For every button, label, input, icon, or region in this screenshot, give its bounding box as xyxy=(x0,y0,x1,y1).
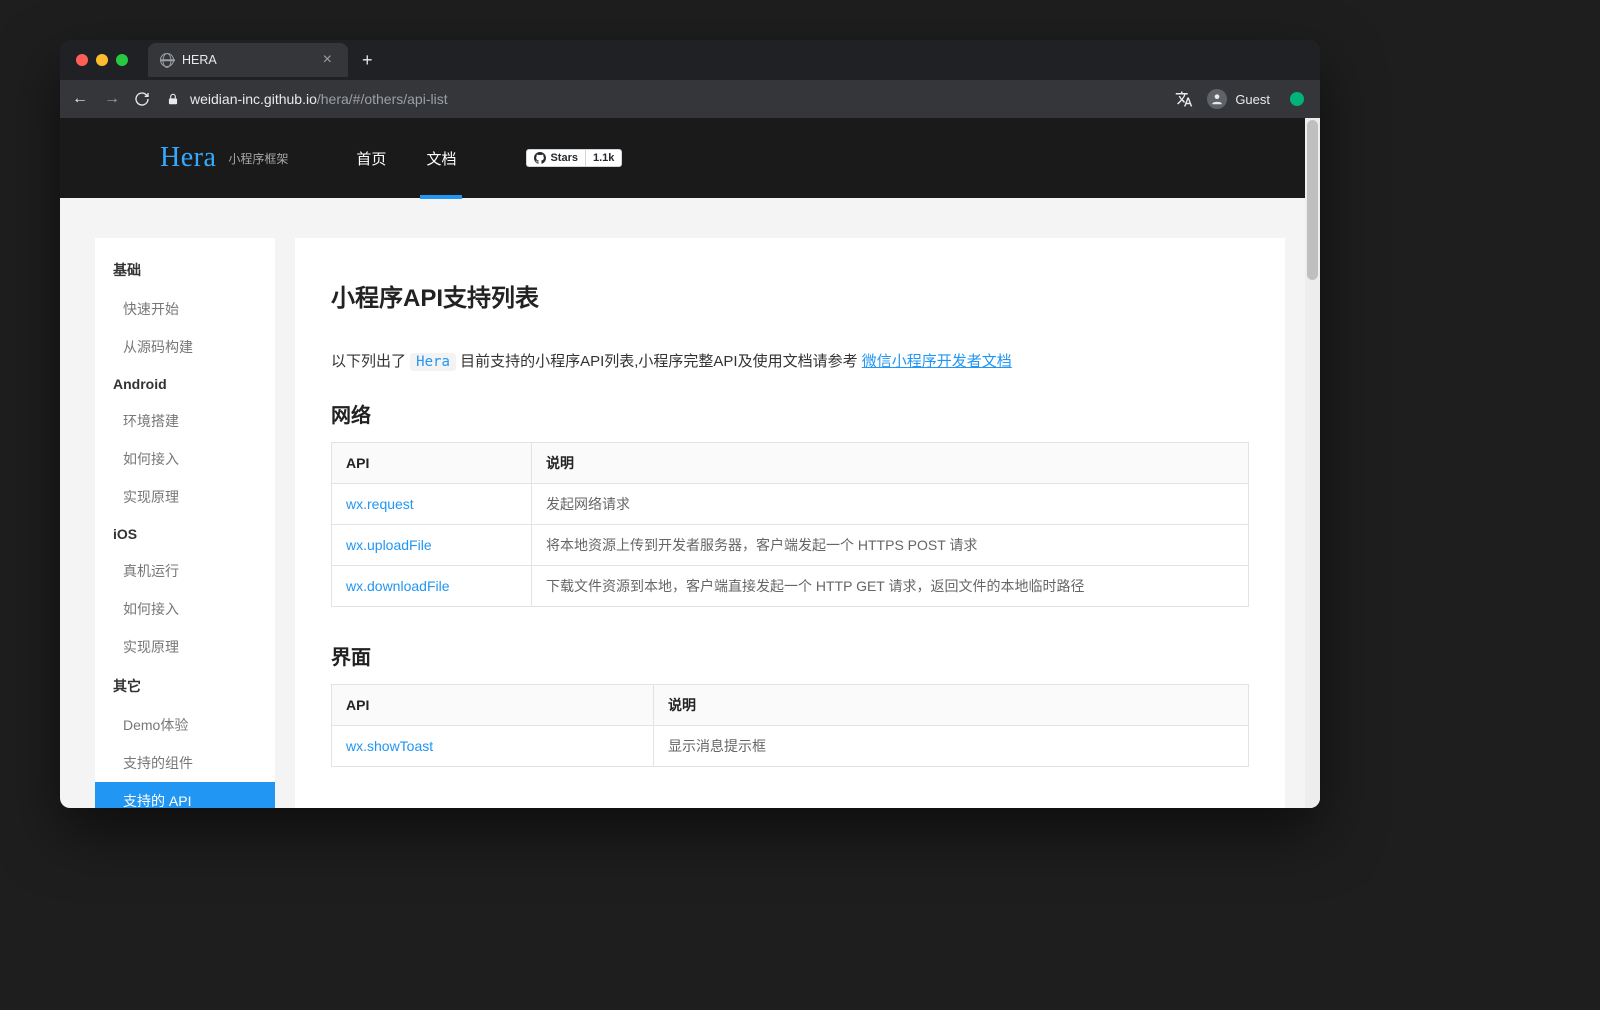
translate-icon[interactable] xyxy=(1175,90,1193,108)
brand-subtitle: 小程序框架 xyxy=(228,150,288,167)
tab-title: HERA xyxy=(182,53,217,67)
api-cell: wx.showToast xyxy=(332,725,654,766)
sidebar-heading: 基础 xyxy=(95,250,275,290)
table-row: wx.uploadFile 将本地资源上传到开发者服务器，客户端发起一个 HTTP… xyxy=(332,524,1249,565)
profile-menu[interactable]: Guest xyxy=(1207,89,1270,109)
sidebar-heading: 其它 xyxy=(95,666,275,706)
table-header: API xyxy=(332,684,654,725)
brand-logo[interactable]: Hera xyxy=(160,142,216,174)
main-content: 小程序API支持列表 以下列出了 Hera 目前支持的小程序API列表,小程序完… xyxy=(295,238,1285,808)
sidebar-item[interactable]: 从源码构建 xyxy=(95,328,275,366)
site-header: Hera 小程序框架 首页 文档 Stars 1.1k xyxy=(60,118,1320,198)
primary-nav: 首页 文档 Stars 1.1k xyxy=(356,118,622,198)
avatar-icon xyxy=(1207,89,1227,109)
intro-mid: 目前支持的小程序API列表,小程序完整API及使用文档请参考 xyxy=(460,353,862,370)
sidebar-item[interactable]: 快速开始 xyxy=(95,290,275,328)
api-cell: wx.request xyxy=(332,483,532,524)
api-cell: wx.downloadFile xyxy=(332,565,532,606)
intro-code: Hera xyxy=(410,353,456,371)
browser-tab-active[interactable]: HERA × xyxy=(148,43,348,77)
intro-paragraph: 以下列出了 Hera 目前支持的小程序API列表,小程序完整API及使用文档请参… xyxy=(331,349,1249,375)
sidebar-item[interactable]: 支持的 API xyxy=(95,782,275,808)
scrollbar-track[interactable] xyxy=(1305,118,1320,808)
window-maximize-button[interactable] xyxy=(116,54,128,66)
toolbar-right: Guest xyxy=(1175,89,1310,109)
sidebar: 基础快速开始从源码构建Android环境搭建如何接入实现原理iOS真机运行如何接… xyxy=(95,238,275,808)
sections-container: 网络API说明wx.request发起网络请求wx.uploadFile将本地资… xyxy=(331,399,1249,767)
github-stars-badge[interactable]: Stars 1.1k xyxy=(526,149,622,167)
table-row: wx.request 发起网络请求 xyxy=(332,483,1249,524)
table-header: 说明 xyxy=(654,684,1249,725)
address-bar[interactable]: weidian-inc.github.io/hera/#/others/api-… xyxy=(166,91,1163,107)
url-path: /hera/#/others/api-list xyxy=(317,91,448,107)
sidebar-item[interactable]: 如何接入 xyxy=(95,590,275,628)
tab-close-button[interactable]: × xyxy=(319,52,336,68)
reload-button[interactable] xyxy=(134,91,154,107)
desc-cell: 将本地资源上传到开发者服务器，客户端发起一个 HTTPS POST 请求 xyxy=(532,524,1249,565)
nav-item-docs[interactable]: 文档 xyxy=(426,118,456,198)
wechat-docs-link[interactable]: 微信小程序开发者文档 xyxy=(862,353,1012,370)
github-stars-count: 1.1k xyxy=(585,149,622,167)
section-title: 网络 xyxy=(331,399,1249,428)
sidebar-item[interactable]: 如何接入 xyxy=(95,440,275,478)
sidebar-item[interactable]: Demo体验 xyxy=(95,706,275,744)
scrollbar-thumb[interactable] xyxy=(1307,120,1318,280)
lock-icon xyxy=(166,92,180,106)
nav-item-home[interactable]: 首页 xyxy=(356,118,386,198)
tab-bar: HERA × + xyxy=(60,40,1320,80)
globe-icon xyxy=(160,53,174,67)
profile-label: Guest xyxy=(1235,92,1270,107)
url-text: weidian-inc.github.io/hera/#/others/api-… xyxy=(190,91,448,107)
api-table: API说明 wx.showToast 显示消息提示框 xyxy=(331,684,1249,767)
github-stars-label: Stars xyxy=(526,149,585,167)
new-tab-button[interactable]: + xyxy=(348,50,387,71)
api-link[interactable]: wx.showToast xyxy=(346,738,433,754)
desc-cell: 下载文件资源到本地，客户端直接发起一个 HTTP GET 请求，返回文件的本地临… xyxy=(532,565,1249,606)
sidebar-item[interactable]: 真机运行 xyxy=(95,552,275,590)
page-viewport: Hera 小程序框架 首页 文档 Stars 1.1k 基础快速开始从源码构建A… xyxy=(60,118,1320,808)
sidebar-heading: iOS xyxy=(95,516,275,552)
sidebar-item[interactable]: 实现原理 xyxy=(95,628,275,666)
page-title: 小程序API支持列表 xyxy=(331,278,1249,313)
sidebar-item[interactable]: 环境搭建 xyxy=(95,402,275,440)
api-link[interactable]: wx.downloadFile xyxy=(346,578,450,594)
table-header: API xyxy=(332,442,532,483)
window-close-button[interactable] xyxy=(76,54,88,66)
desc-cell: 显示消息提示框 xyxy=(654,725,1249,766)
window-controls xyxy=(70,54,134,66)
window-minimize-button[interactable] xyxy=(96,54,108,66)
api-table: API说明 wx.request 发起网络请求 wx.uploadFile 将本地资源上… xyxy=(331,442,1249,607)
sidebar-item[interactable]: 支持的组件 xyxy=(95,744,275,782)
table-row: wx.showToast 显示消息提示框 xyxy=(332,725,1249,766)
browser-window: HERA × + ← → weidian-inc.github.io/hera/… xyxy=(60,40,1320,808)
desc-cell: 发起网络请求 xyxy=(532,483,1249,524)
intro-prefix: 以下列出了 xyxy=(331,353,410,370)
url-host: weidian-inc.github.io xyxy=(190,91,317,107)
api-cell: wx.uploadFile xyxy=(332,524,532,565)
table-row: wx.downloadFile 下载文件资源到本地，客户端直接发起一个 HTTP … xyxy=(332,565,1249,606)
back-button[interactable]: ← xyxy=(70,90,90,108)
sidebar-heading: Android xyxy=(95,366,275,402)
api-link[interactable]: wx.request xyxy=(346,496,414,512)
extension-icon[interactable] xyxy=(1290,92,1304,106)
table-header: 说明 xyxy=(532,442,1249,483)
sidebar-item[interactable]: 实现原理 xyxy=(95,478,275,516)
forward-button[interactable]: → xyxy=(102,90,122,108)
api-link[interactable]: wx.uploadFile xyxy=(346,537,432,553)
browser-toolbar: ← → weidian-inc.github.io/hera/#/others/… xyxy=(60,80,1320,118)
page-body: 基础快速开始从源码构建Android环境搭建如何接入实现原理iOS真机运行如何接… xyxy=(60,198,1320,808)
section-title: 界面 xyxy=(331,641,1249,670)
